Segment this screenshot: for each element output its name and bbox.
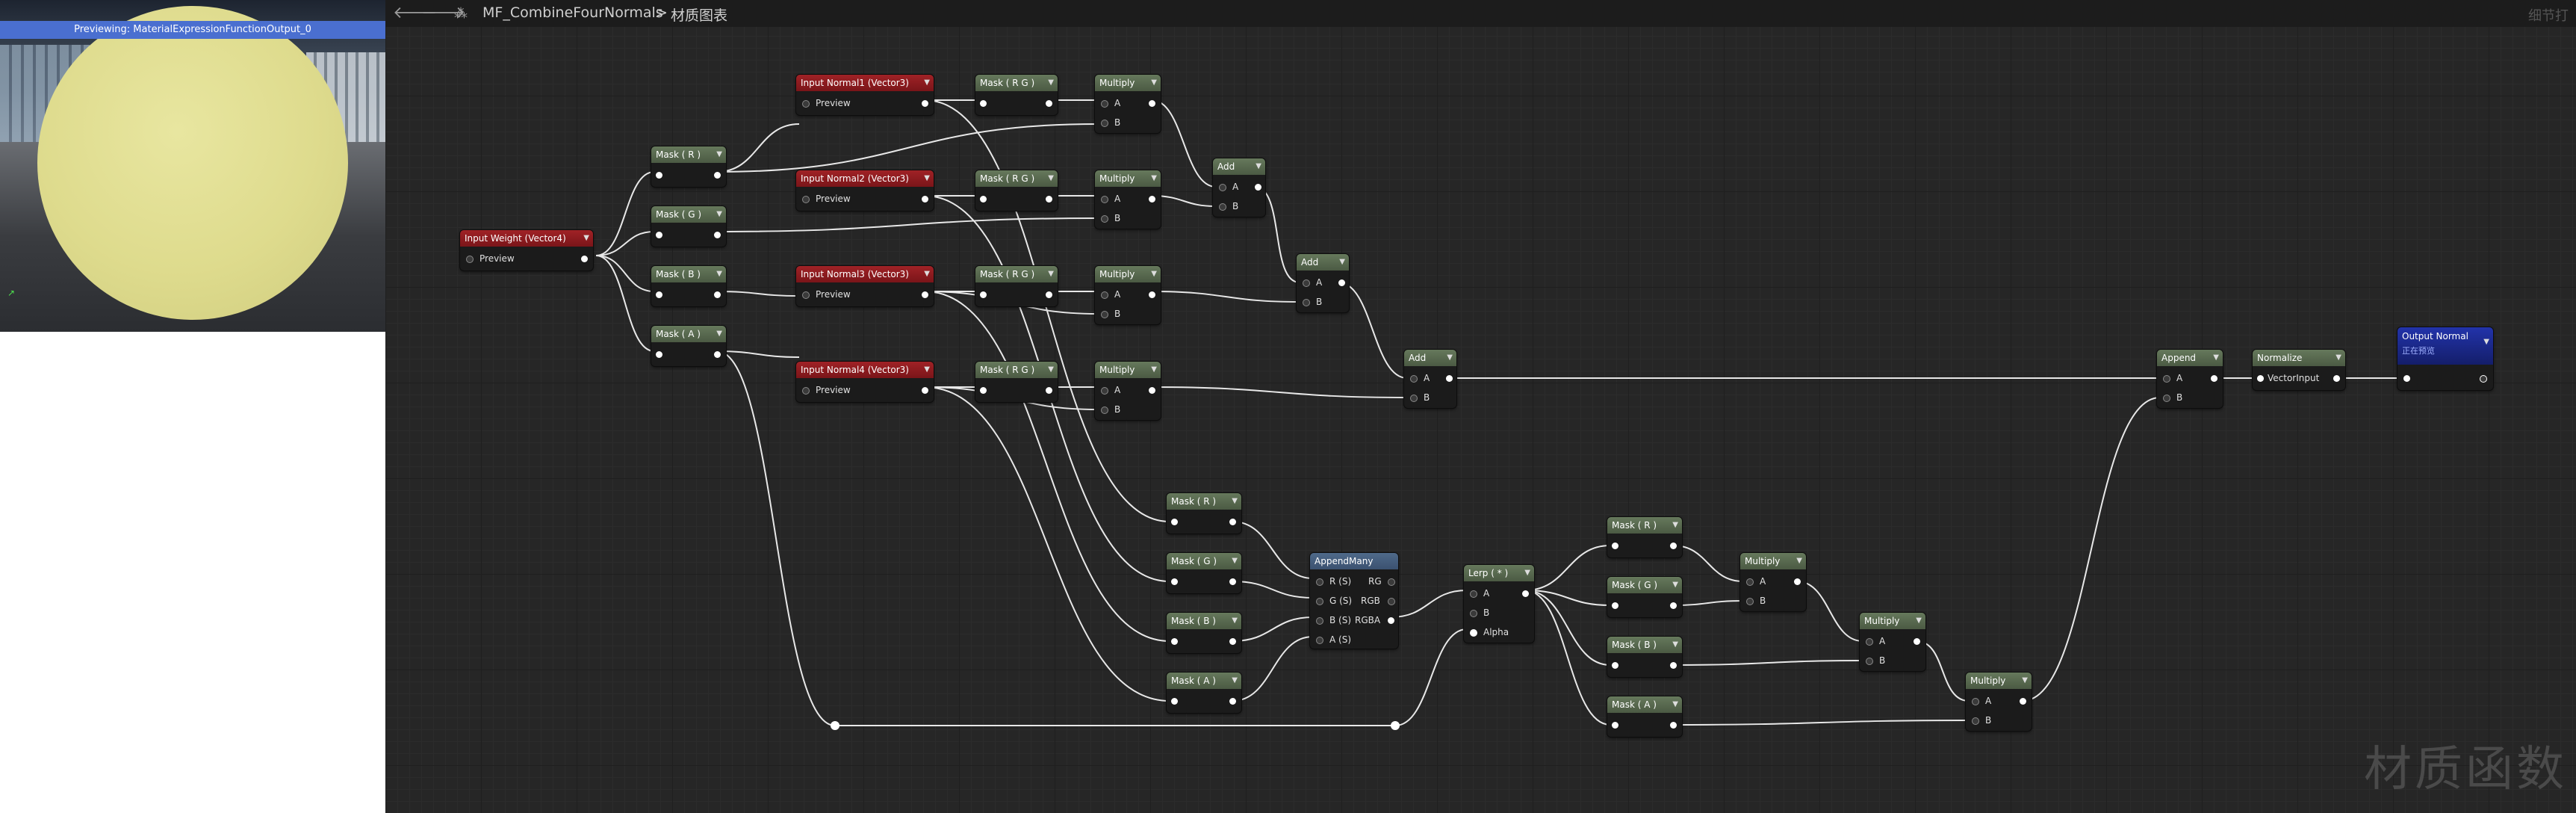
node-multiply[interactable]: Multiply ▼ A B <box>1095 170 1161 229</box>
wire <box>924 386 1170 702</box>
node-append-many[interactable]: AppendMany R (S) G (S) B (S) A (S) RG RG… <box>1310 553 1398 649</box>
breadcrumb-graph[interactable]: 材质图表 <box>671 4 727 25</box>
node-input-weight[interactable]: Input Weight (Vector4) ▼ Preview <box>460 230 593 271</box>
wire <box>1232 521 1314 579</box>
node-add[interactable]: Add ▼ A B <box>1404 350 1456 408</box>
node-input-normal2[interactable]: Input Normal2 (Vector3) ▼ Preview <box>796 170 934 211</box>
node-multiply[interactable]: Multiply ▼ A B <box>1095 75 1161 133</box>
wire <box>1796 581 1863 642</box>
wire <box>595 255 655 352</box>
node-header: Input Weight (Vector4) ▼ <box>460 230 593 247</box>
reroute-knot[interactable] <box>1391 721 1400 730</box>
details-hint: 细节打 <box>2528 8 2569 24</box>
node-mask-rg[interactable]: Mask ( R G ) ▼ <box>975 170 1058 211</box>
wire <box>1151 195 1217 207</box>
axis-gizmo-icon: ↗ <box>7 288 16 298</box>
node-multiply[interactable]: Multiply ▼ A B <box>1095 362 1161 420</box>
wire <box>1390 590 1468 618</box>
wire <box>1394 628 1468 726</box>
wire <box>1524 590 1611 726</box>
node-mask-r[interactable]: Mask ( R ) ▼ <box>1167 493 1241 534</box>
node-lerp[interactable]: Lerp ( * ) ▼ A B Alpha <box>1464 565 1534 643</box>
node-mask-b[interactable]: Mask ( B ) ▼ <box>1607 637 1682 677</box>
wire <box>1151 386 1408 398</box>
node-multiply[interactable]: Multiply ▼ A B <box>1966 673 2032 731</box>
wire <box>1672 545 1744 582</box>
node-input-normal4[interactable]: Input Normal4 (Vector3) ▼ Preview <box>796 362 934 402</box>
wire <box>1232 636 1314 702</box>
wire <box>1672 600 1744 606</box>
wire <box>1672 660 1863 666</box>
wire <box>716 350 800 358</box>
material-graph-canvas[interactable]: 🡐 🡒 ⁂ MF_CombineFourNormals > 材质图表 细节打 I… <box>385 0 2576 813</box>
node-output-normal[interactable]: Output Normal 正在预览 ▼ <box>2397 327 2493 390</box>
graph-wires <box>595 99 2402 727</box>
node-multiply[interactable]: Multiply ▼ A B <box>1095 266 1161 324</box>
output-pin[interactable] <box>581 256 588 262</box>
wire <box>716 291 800 297</box>
wire <box>2022 397 2161 702</box>
node-mask-rg[interactable]: Mask ( R G ) ▼ <box>975 75 1058 115</box>
node-mask-g[interactable]: Mask ( G ) ▼ <box>651 206 726 247</box>
wire <box>716 123 800 173</box>
node-multiply[interactable]: Multiply ▼ A B <box>1860 613 1925 671</box>
node-mask-a[interactable]: Mask ( A ) ▼ <box>1607 696 1682 737</box>
reroute-knot[interactable] <box>831 721 839 730</box>
node-mask-rg[interactable]: Mask ( R G ) ▼ <box>975 362 1058 402</box>
wire <box>924 291 1170 642</box>
graph-breadcrumb: 🡐 🡒 ⁂ MF_CombineFourNormals > 材质图表 细节打 <box>385 0 2576 27</box>
node-mask-a[interactable]: Mask ( A ) ▼ <box>651 326 726 366</box>
wire <box>1232 616 1314 642</box>
wire <box>716 350 836 726</box>
breadcrumb-asset[interactable]: MF_CombineFourNormals <box>482 4 663 21</box>
wire <box>1151 99 1217 188</box>
node-mask-r[interactable]: Mask ( R ) ▼ <box>651 146 726 187</box>
node-mask-r[interactable]: Mask ( R ) ▼ <box>1607 517 1682 557</box>
node-mask-b[interactable]: Mask ( B ) ▼ <box>651 266 726 306</box>
wire <box>595 255 655 292</box>
material-preview-viewport[interactable]: Previewing: MaterialExpressionFunctionOu… <box>0 0 385 332</box>
breadcrumb-separator: > <box>656 4 668 21</box>
wire <box>1524 590 1611 666</box>
node-mask-a[interactable]: Mask ( A ) ▼ <box>1167 673 1241 713</box>
node-input-normal3[interactable]: Input Normal3 (Vector3) ▼ Preview <box>796 266 934 306</box>
wire <box>1151 291 1300 303</box>
wire <box>716 217 1099 232</box>
graph-tree-icon: ⁂ <box>454 6 468 22</box>
wire <box>1232 581 1314 599</box>
node-mask-rg[interactable]: Mask ( R G ) ▼ <box>975 266 1058 306</box>
node-mask-b[interactable]: Mask ( B ) ▼ <box>1167 613 1241 653</box>
node-mask-g[interactable]: Mask ( G ) ▼ <box>1607 577 1682 617</box>
preview-banner: Previewing: MaterialExpressionFunctionOu… <box>0 21 385 39</box>
node-append[interactable]: Append ▼ A B <box>2157 350 2223 408</box>
node-mask-g[interactable]: Mask ( G ) ▼ <box>1167 553 1241 593</box>
wire <box>1672 720 1970 726</box>
preview-sphere <box>37 6 348 320</box>
node-normalize[interactable]: Normalize ▼ VectorInput <box>2253 350 2345 390</box>
graph-watermark: 材质函数 <box>2364 742 2567 797</box>
wire <box>1524 545 1611 591</box>
node-input-normal1[interactable]: Input Normal1 (Vector3) ▼ Preview <box>796 75 934 115</box>
node-add[interactable]: Add ▼ A B <box>1213 158 1265 217</box>
node-multiply[interactable]: Multiply ▼ A B <box>1740 553 1806 611</box>
node-add[interactable]: Add ▼ A B <box>1297 254 1349 312</box>
